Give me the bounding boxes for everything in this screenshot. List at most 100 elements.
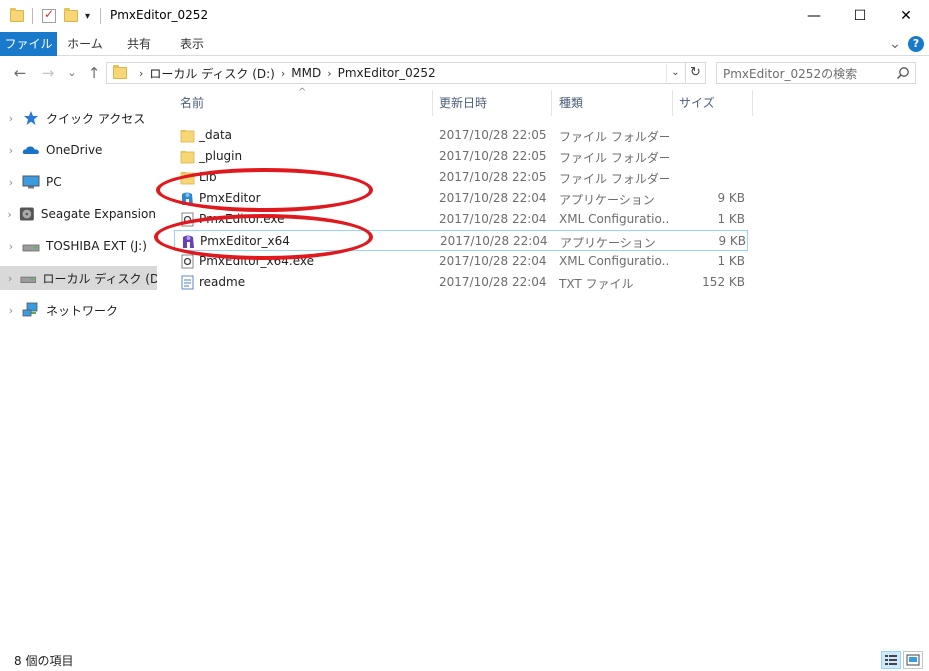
file-type: TXT ファイル [559,277,634,291]
sidebar-item-label: TOSHIBA EXT (J:) [46,239,147,253]
file-type: ファイル フォルダー [559,130,669,144]
file-type: アプリケーション [559,193,655,207]
search-icon[interactable] [896,66,910,80]
file-date: 2017/10/28 22:04 [439,254,547,268]
star-icon [24,111,38,125]
navigation-bar: ← → ⌄ ↑ › ローカル ディスク (D:) › MMD › PmxEdit… [0,56,929,90]
file-row[interactable]: PmxEditor_x64 2017/10/28 22:04 アプリケーション 9 K… [174,230,748,251]
sidebar-item-label: ローカル ディスク (D:) [42,271,157,286]
properties-icon[interactable] [42,7,56,25]
details-view-icon [885,655,897,665]
column-header-type[interactable]: 種類 [553,90,673,116]
expand-chevron-icon[interactable]: › [0,208,19,221]
breadcrumb-separator: › [327,66,332,80]
recent-locations-button[interactable]: ⌄ [62,66,82,79]
close-button[interactable]: ✕ [883,0,929,32]
search-input[interactable]: PmxEditor_0252の検索 [716,62,916,84]
sidebar-item-seagate[interactable]: › Seagate Expansion Dr [0,202,157,226]
search-placeholder: PmxEditor_0252の検索 [723,66,858,81]
help-icon[interactable]: ? [908,36,924,52]
file-type: ファイル フォルダー [559,172,669,186]
minimize-button[interactable]: — [791,0,837,32]
up-button[interactable]: ↑ [84,64,104,82]
file-name[interactable]: PmxEditor_x64 [200,234,290,248]
column-header-date[interactable]: 更新日時 [433,90,552,116]
file-date: 2017/10/28 22:04 [439,275,547,289]
expand-chevron-icon[interactable]: › [0,176,22,189]
sidebar-item-onedrive[interactable]: › OneDrive [0,138,157,162]
file-size: 1 KB [717,212,745,226]
tab-view[interactable]: 表示 [168,32,216,56]
sidebar-item-label: クイック アクセス [46,111,146,126]
tab-file[interactable]: ファイル [0,32,57,56]
new-folder-icon[interactable] [64,7,78,25]
window-title: PmxEditor_0252 [110,8,209,22]
file-row[interactable]: PmxEditor_x64.exe 2017/10/28 22:04 XML Con… [174,251,748,272]
large-icons-view-button[interactable] [903,651,923,669]
breadcrumb-drive[interactable]: ローカル ディスク (D:) [149,65,274,82]
folder-icon [10,7,24,25]
file-name[interactable]: PmxEditor.exe [199,212,285,226]
item-count: 8 個の項目 [14,654,74,668]
folder-icon [113,65,127,79]
breadcrumb-current[interactable]: PmxEditor_0252 [338,66,436,80]
navigation-pane: › クイック アクセス › OneDrive › PC › Seagate Ex… [0,90,160,645]
file-type: XML Configuratio... [559,254,669,268]
expand-chevron-icon[interactable]: › [0,240,22,253]
file-size: 9 KB [718,234,746,248]
file-name[interactable]: Lib [199,170,217,184]
network-icon [22,302,38,317]
expand-chevron-icon[interactable]: › [0,272,20,285]
sidebar-item-pc[interactable]: › PC [0,170,157,194]
breadcrumb-mmd[interactable]: MMD [291,66,321,80]
file-size: 9 KB [717,191,745,205]
file-name[interactable]: PmxEditor [199,191,261,205]
maximize-button[interactable]: ☐ [837,0,883,32]
sidebar-item-label: OneDrive [46,143,103,157]
forward-button[interactable]: → [38,64,58,82]
file-row[interactable]: PmxEditor 2017/10/28 22:04 アプリケーション 9 KB [174,188,748,209]
sidebar-item-local-disk[interactable]: › ローカル ディスク (D:) [0,266,157,290]
column-header-name[interactable]: 名前 [174,90,433,116]
expand-chevron-icon[interactable]: › [0,144,22,157]
divider [100,8,101,24]
customize-quick-access-icon[interactable]: ▾ [85,7,90,25]
column-header-size[interactable]: サイズ [673,90,753,116]
ribbon: ファイル ホーム 共有 表示 ⌄ ? [0,32,929,56]
tab-home[interactable]: ホーム [60,32,110,56]
sidebar-item-quick-access[interactable]: › クイック アクセス [0,106,157,130]
file-date: 2017/10/28 22:04 [439,191,547,205]
expand-ribbon-icon[interactable]: ⌄ [886,32,904,56]
refresh-button[interactable]: ↻ [686,62,706,84]
file-name[interactable]: PmxEditor_x64.exe [199,254,314,268]
sidebar-item-label: Seagate Expansion Dr [40,207,157,221]
disc-icon [20,207,35,221]
file-type: ファイル フォルダー [559,151,669,165]
file-size: 152 KB [702,275,745,289]
address-dropdown-button[interactable]: ⌄ [666,64,684,82]
details-view-button[interactable] [881,651,901,669]
sidebar-item-toshiba[interactable]: › TOSHIBA EXT (J:) [0,234,157,258]
file-row[interactable]: _plugin 2017/10/28 22:05 ファイル フォルダー [174,146,748,167]
file-row[interactable]: _data 2017/10/28 22:05 ファイル フォルダー [174,125,748,146]
status-bar: 8 個の項目 [0,645,929,671]
address-bar[interactable]: › ローカル ディスク (D:) › MMD › PmxEditor_0252 … [106,62,686,84]
breadcrumb-separator: › [139,66,144,80]
file-name[interactable]: readme [199,275,245,289]
expand-chevron-icon[interactable]: › [0,304,22,317]
sidebar-item-network[interactable]: › ネットワーク [0,298,157,322]
file-name[interactable]: _data [199,128,232,142]
file-row[interactable]: PmxEditor.exe 2017/10/28 22:04 XML Configu… [174,209,748,230]
divider [32,8,33,24]
file-row[interactable]: Lib 2017/10/28 22:05 ファイル フォルダー [174,167,748,188]
expand-chevron-icon[interactable]: › [0,112,22,125]
back-button[interactable]: ← [10,64,30,82]
file-date: 2017/10/28 22:05 [439,170,547,184]
file-row[interactable]: readme 2017/10/28 22:04 TXT ファイル 152 KB [174,272,748,293]
title-bar: ▾ PmxEditor_0252 — ☐ ✕ [0,0,929,32]
sidebar-item-label: PC [46,175,62,189]
file-size: 1 KB [717,254,745,268]
tab-share[interactable]: 共有 [115,32,163,56]
file-name[interactable]: _plugin [199,149,242,163]
sidebar-item-label: ネットワーク [46,303,119,318]
